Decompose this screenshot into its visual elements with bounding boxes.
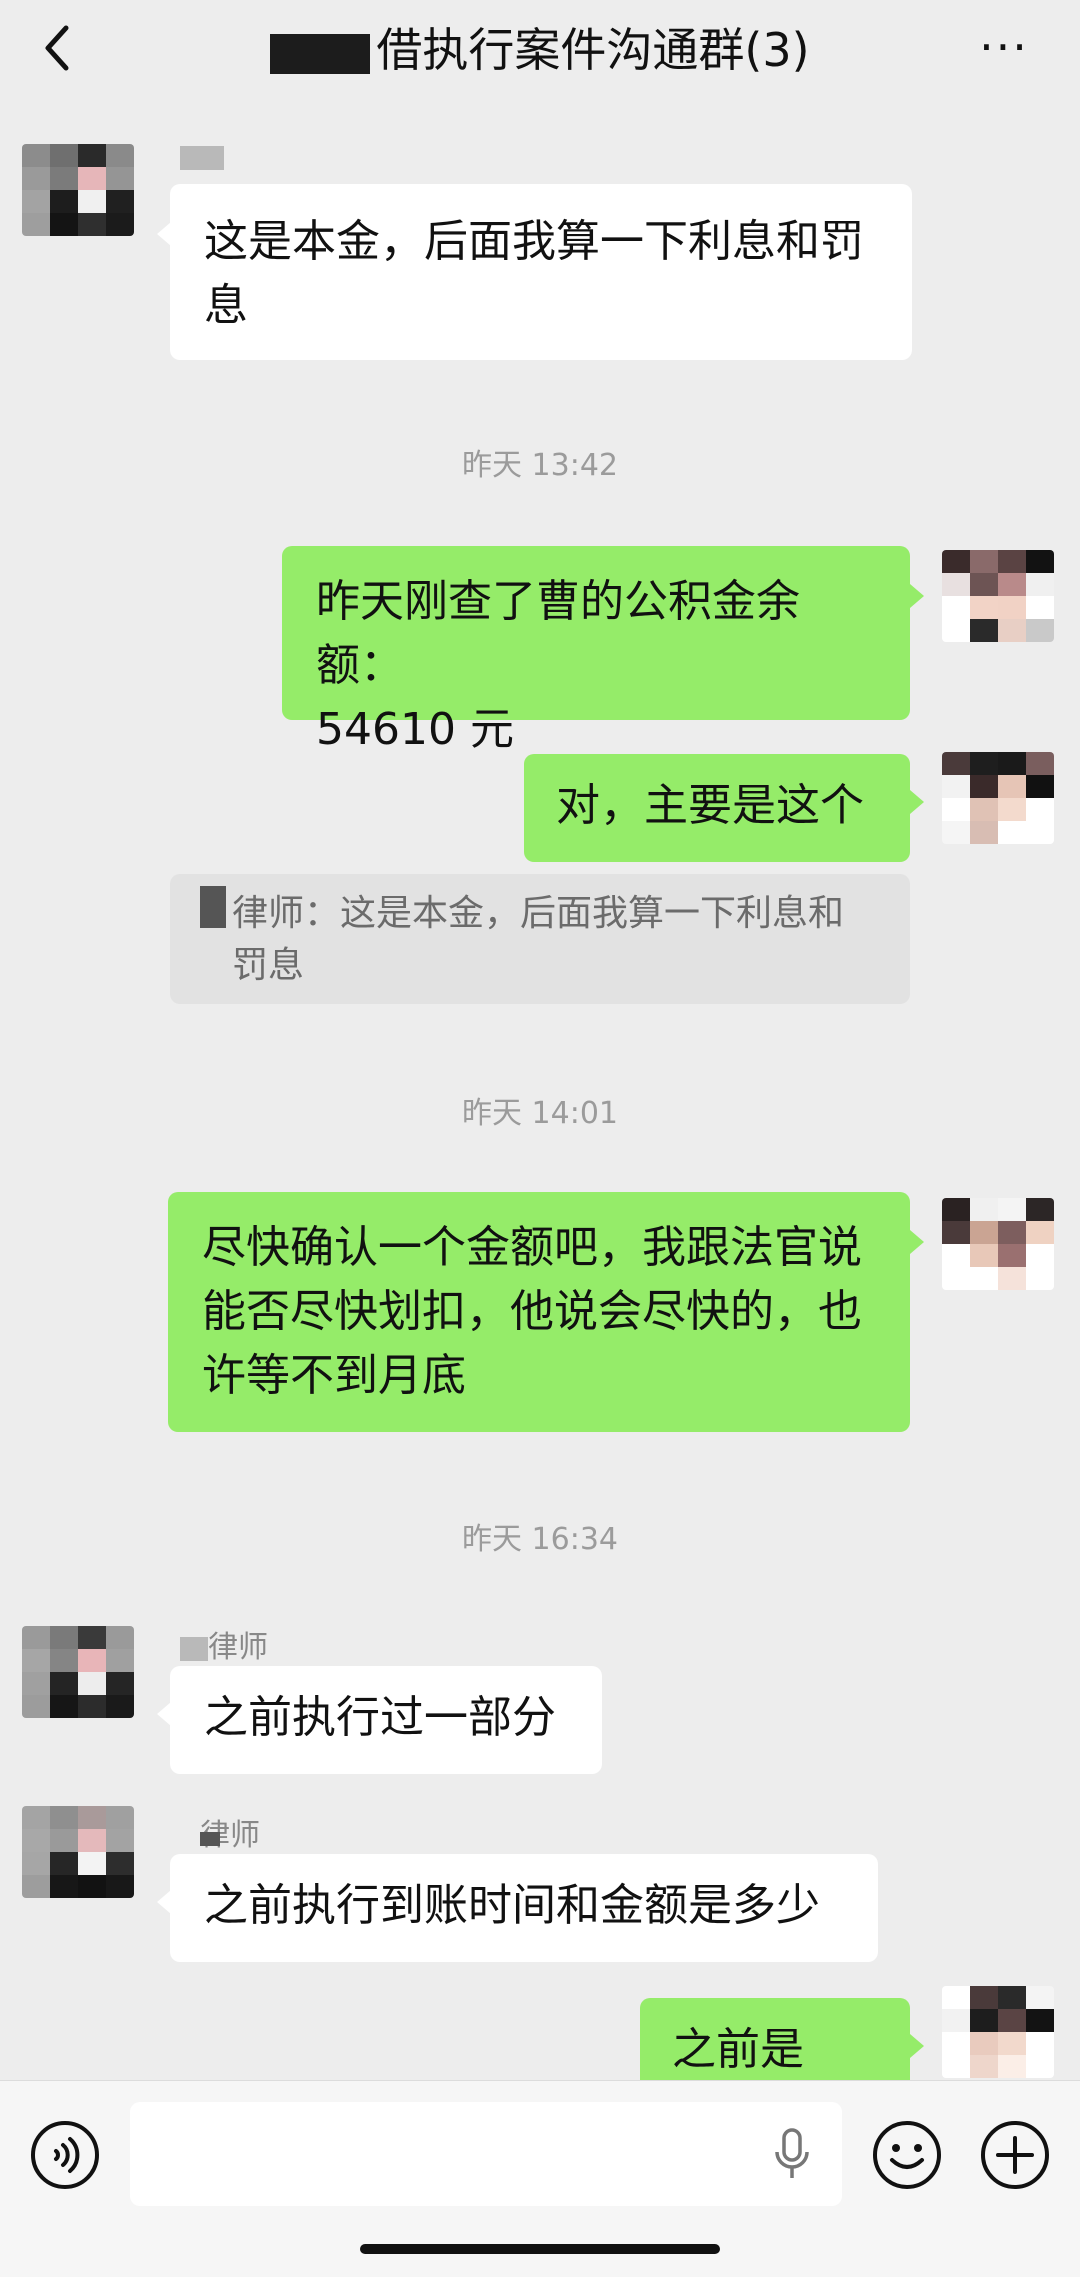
bubble-tail [157, 222, 171, 246]
bubble-tail [910, 2034, 924, 2058]
plus-button[interactable] [980, 2120, 1050, 2190]
home-indicator [360, 2244, 720, 2254]
bubble-tail [157, 1702, 171, 1726]
microphone-icon [775, 2128, 809, 2178]
voice-button[interactable] [30, 2120, 100, 2190]
sender-redacted [200, 886, 226, 928]
emoji-icon [873, 2121, 941, 2189]
avatar[interactable] [22, 1806, 134, 1898]
message-input[interactable] [130, 2102, 842, 2206]
plus-icon [981, 2121, 1049, 2189]
voice-icon [31, 2121, 99, 2189]
message-bubble[interactable]: 尽快确认一个金额吧，我跟法官说 能否尽快划扣，他说会尽快的，也 许等不到月底 [168, 1192, 910, 1432]
message-bubble[interactable]: 之前执行过一部分 [170, 1666, 602, 1774]
avatar[interactable] [942, 1986, 1054, 2078]
quoted-text: 律师：这是本金，后面我算一下利息和 罚息 [232, 893, 845, 986]
bubble-tail [910, 790, 924, 814]
bubble-tail [910, 584, 924, 608]
message-bubble[interactable]: 这是本金，后面我算一下利息和罚 息 [170, 184, 912, 360]
emoji-button[interactable] [872, 2120, 942, 2190]
message-text: 之前执行过一部分 [204, 1692, 556, 1743]
sender-name: 律师 [180, 1622, 268, 1666]
sender-redacted [180, 1636, 208, 1661]
timestamp: 昨天 13:42 [462, 448, 618, 483]
message-bubble[interactable]: 昨天刚查了曹的公积金余额： 54610 元 [282, 546, 910, 755]
message-text: 之前执行到账时间和金额是多少 [204, 1880, 820, 1931]
message-bubble[interactable]: 之前执行到账时间和金额是多少 [170, 1854, 878, 1962]
microphone-button[interactable] [772, 2126, 812, 2182]
avatar[interactable] [942, 550, 1054, 642]
message-bubble[interactable]: 对，主要是这个 [524, 754, 910, 862]
avatar[interactable] [942, 752, 1054, 844]
quoted-message[interactable]: 律师：这是本金，后面我算一下利息和 罚息 [170, 874, 910, 1004]
message-text: 昨天刚查了曹的公积金余额： 54610 元 [316, 576, 800, 755]
message-text: 对，主要是这个 [556, 780, 864, 831]
more-icon: ··· [979, 20, 1029, 74]
message-text: 尽快确认一个金额吧，我跟法官说 能否尽快划扣，他说会尽快的，也 许等不到月底 [202, 1222, 862, 1401]
bubble-tail [157, 1890, 171, 1914]
timestamp: 昨天 14:01 [462, 1096, 618, 1131]
avatar[interactable] [942, 1198, 1054, 1290]
chat-title: 借执行案件沟通群(3) [0, 20, 1080, 80]
timestamp: 昨天 16:34 [462, 1522, 618, 1557]
title-redacted [270, 33, 371, 74]
sender-redacted [180, 146, 224, 170]
more-button[interactable]: ··· [972, 22, 1036, 78]
avatar[interactable] [22, 144, 134, 236]
message-text: 这是本金，后面我算一下利息和罚 息 [204, 216, 864, 331]
sender-redacted [200, 1832, 220, 1846]
avatar[interactable] [22, 1626, 134, 1718]
bubble-tail [910, 1230, 924, 1254]
